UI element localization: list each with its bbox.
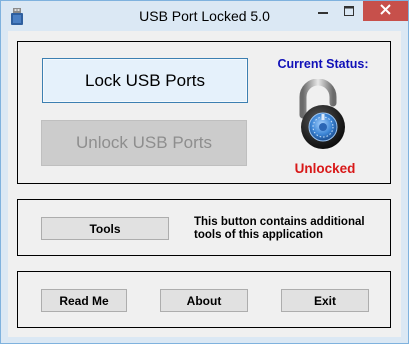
exit-button[interactable]: Exit	[281, 289, 369, 312]
close-icon	[380, 2, 391, 20]
read-me-button[interactable]: Read Me	[41, 289, 127, 312]
maximize-icon	[344, 3, 354, 21]
app-window: USB Port Locked 5.0 Lock USB Ports Unloc…	[0, 0, 409, 344]
unlock-usb-button[interactable]: Unlock USB Ports	[41, 120, 247, 166]
open-padlock-icon	[293, 78, 353, 151]
minimize-icon	[318, 3, 328, 21]
tools-description: This button contains additional tools of…	[194, 216, 365, 241]
client-area: Lock USB Ports Unlock USB Ports Current …	[8, 31, 401, 337]
current-status-label: Current Status:	[277, 57, 369, 71]
tools-button[interactable]: Tools	[41, 217, 169, 240]
maximize-button[interactable]	[336, 2, 362, 22]
lock-usb-button[interactable]: Lock USB Ports	[42, 58, 248, 103]
minimize-button[interactable]	[310, 2, 336, 22]
title-bar[interactable]: USB Port Locked 5.0	[1, 1, 408, 31]
status-value: Unlocked	[294, 161, 356, 176]
close-button[interactable]	[363, 1, 408, 21]
about-button[interactable]: About	[160, 289, 248, 312]
